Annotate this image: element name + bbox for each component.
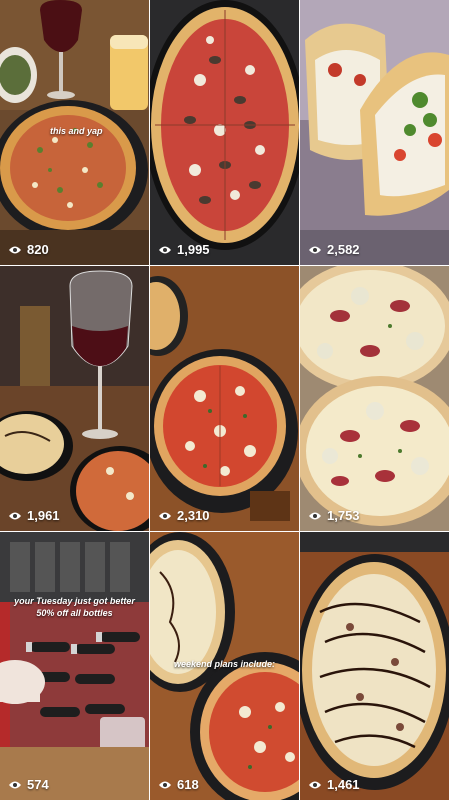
view-count-label: 1,753 xyxy=(327,508,360,523)
reel-thumbnail-8[interactable]: weekend plans include: 618 xyxy=(150,532,299,800)
reel-thumbnail-9[interactable]: 1,461 xyxy=(300,532,449,800)
view-count-4: 1,961 xyxy=(8,508,60,523)
reel-thumbnail-5[interactable]: 2,310 xyxy=(150,266,299,531)
reel-thumbnail-7[interactable]: your Tuesday just got better 50% off all… xyxy=(0,532,149,800)
view-count-label: 574 xyxy=(27,777,49,792)
reel-thumbnail-2[interactable]: 1,995 xyxy=(150,0,299,265)
view-count-7: 574 xyxy=(8,777,49,792)
eye-icon xyxy=(9,246,21,253)
sandwich-image xyxy=(300,0,449,265)
reels-grid: this and yap 820 1,995 2,582 1,961 2,310… xyxy=(0,0,449,800)
reel-thumbnail-6[interactable]: 1,753 xyxy=(300,266,449,531)
reel-thumbnail-4[interactable]: 1,961 xyxy=(0,266,149,531)
white-pizza-image xyxy=(300,266,449,531)
view-count-6: 1,753 xyxy=(308,508,360,523)
view-count-1: 820 xyxy=(8,242,49,257)
view-count-label: 2,310 xyxy=(177,508,210,523)
eye-icon xyxy=(159,781,171,788)
reel-thumbnail-1[interactable]: this and yap 820 xyxy=(0,0,149,265)
reel-caption-8: weekend plans include: xyxy=(174,659,276,669)
view-count-label: 2,582 xyxy=(327,242,360,257)
view-count-9: 1,461 xyxy=(308,777,360,792)
view-count-label: 618 xyxy=(177,777,199,792)
mushroom-pizza-image xyxy=(150,0,299,265)
wine-and-pizza-image xyxy=(0,266,149,531)
view-count-5: 2,310 xyxy=(158,508,210,523)
reel-thumbnail-3[interactable]: 2,582 xyxy=(300,0,449,265)
view-count-3: 2,582 xyxy=(308,242,360,257)
eye-icon xyxy=(9,781,21,788)
view-count-label: 1,995 xyxy=(177,242,210,257)
margherita-pizza-image xyxy=(150,266,299,531)
view-count-8: 618 xyxy=(158,777,199,792)
eye-icon xyxy=(309,512,321,519)
eye-icon xyxy=(159,512,171,519)
balsamic-pizza-image xyxy=(300,532,449,800)
reel-caption-7-line-1: your Tuesday just got better xyxy=(14,596,135,606)
view-count-2: 1,995 xyxy=(158,242,210,257)
reel-caption-7-line-2: 50% off all bottles xyxy=(36,608,113,618)
view-count-label: 1,961 xyxy=(27,508,60,523)
eye-icon xyxy=(9,512,21,519)
eye-icon xyxy=(159,246,171,253)
eye-icon xyxy=(309,781,321,788)
eye-icon xyxy=(309,246,321,253)
wine-fridge-image xyxy=(0,532,149,800)
view-count-label: 1,461 xyxy=(327,777,360,792)
reel-caption-1: this and yap xyxy=(50,126,103,136)
view-count-label: 820 xyxy=(27,242,49,257)
